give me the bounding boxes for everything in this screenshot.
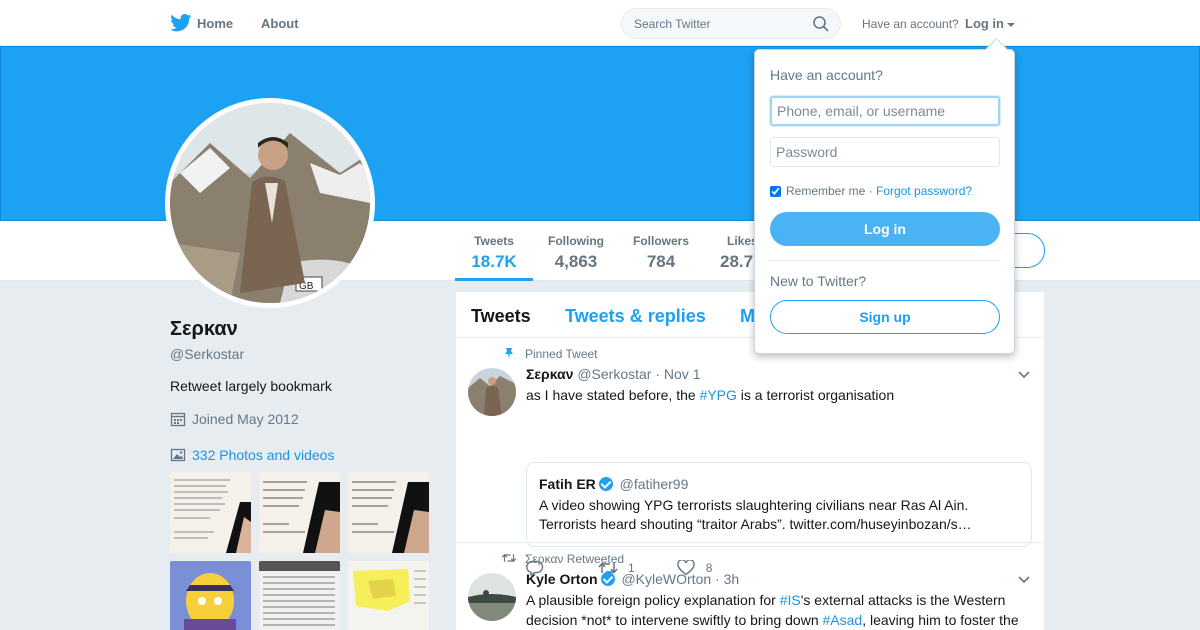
stat-label: Tweets bbox=[474, 234, 514, 248]
password-field[interactable] bbox=[770, 137, 1000, 167]
stat-value: 28.7 bbox=[720, 252, 754, 271]
stat-value: 18.7K bbox=[471, 252, 517, 271]
stat-label: Likes bbox=[727, 234, 758, 248]
tweet-text-part: is a terrorist organisation bbox=[736, 387, 895, 403]
login-dropdown-toggle[interactable]: Log in bbox=[965, 16, 1015, 31]
tweet-author-handle[interactable]: @Serkostar bbox=[577, 366, 651, 382]
stat-label: Followers bbox=[632, 234, 689, 248]
tweet-header: Kyle Orton @KyleWOrton · 3h bbox=[526, 571, 739, 587]
profile-avatar[interactable]: GB bbox=[165, 98, 375, 308]
image-icon bbox=[170, 448, 186, 462]
tweet-timestamp[interactable]: · Nov 1 bbox=[655, 366, 700, 382]
tweet-text-part: as I have stated before, the bbox=[526, 387, 700, 403]
stat-value: 4,863 bbox=[554, 252, 598, 271]
profile-name[interactable]: Σερκαν bbox=[170, 318, 238, 341]
retweet-icon bbox=[501, 553, 517, 563]
tab-tweets-replies[interactable]: Tweets & replies bbox=[565, 306, 706, 327]
login-button[interactable]: Log in bbox=[770, 212, 1000, 246]
caret-down-icon bbox=[1007, 22, 1015, 27]
tweet-avatar[interactable] bbox=[468, 573, 516, 621]
tweet-text-part: A plausible foreign policy explanation f… bbox=[526, 592, 780, 608]
separator-dot: · bbox=[865, 184, 877, 198]
photos-label: 332 Photos and videos bbox=[192, 447, 335, 463]
hashtag-link[interactable]: #YPG bbox=[700, 387, 737, 403]
tweet-context: Σερκαν Retweeted bbox=[501, 552, 624, 566]
photo-thumbnail[interactable] bbox=[348, 561, 429, 630]
nav-home-label: Home bbox=[197, 16, 234, 31]
photo-thumbnail[interactable] bbox=[170, 561, 251, 630]
search-placeholder: Search Twitter bbox=[634, 17, 711, 31]
nav-about[interactable]: About bbox=[261, 16, 299, 31]
hashtag-link[interactable]: #Asad bbox=[823, 612, 863, 628]
profile-handle[interactable]: @Serkostar bbox=[170, 346, 244, 362]
avatar-photo: GB bbox=[170, 103, 370, 303]
twitter-bird-icon[interactable] bbox=[170, 14, 192, 32]
chevron-down-icon[interactable] bbox=[1018, 576, 1030, 584]
tweet-text: as I have stated before, the #YPG is a t… bbox=[526, 385, 1031, 405]
hashtag-link[interactable]: #IS bbox=[780, 592, 801, 608]
stat-followers[interactable]: Followers 784 bbox=[630, 234, 692, 272]
login-toggle-label: Log in bbox=[965, 16, 1004, 31]
pin-icon bbox=[505, 348, 513, 359]
photo-thumbnail[interactable] bbox=[259, 472, 340, 553]
remember-me-label[interactable]: Remember me bbox=[786, 184, 865, 198]
photo-thumbnail[interactable] bbox=[348, 472, 429, 553]
tweet-timestamp[interactable]: · 3h bbox=[715, 571, 739, 587]
profile-bio: Retweet largely bookmark bbox=[170, 378, 332, 394]
tweet-text-part: , leaving him to foster the bbox=[862, 612, 1019, 628]
stat-likes[interactable]: Likes 28.7 bbox=[716, 234, 758, 272]
tweet-context-label: Pinned Tweet bbox=[525, 347, 598, 361]
tweet-author-handle[interactable]: @KyleWOrton bbox=[621, 571, 711, 587]
new-to-twitter-label: New to Twitter? bbox=[770, 273, 867, 289]
tweet-author-name[interactable]: Kyle Orton bbox=[526, 571, 598, 587]
remember-me-checkbox[interactable] bbox=[770, 185, 781, 197]
tweet-context-label[interactable]: Σερκαν Retweeted bbox=[525, 552, 624, 566]
verified-badge-icon bbox=[600, 572, 615, 586]
quoted-tweet-header: Fatih ER @fatiher99 bbox=[539, 476, 688, 492]
photos-videos-link[interactable]: 332 Photos and videos bbox=[170, 447, 334, 463]
login-dropdown-title: Have an account? bbox=[770, 67, 883, 83]
joined-date: Joined May 2012 bbox=[170, 411, 299, 427]
chevron-down-icon[interactable] bbox=[1018, 371, 1030, 379]
tweet-avatar[interactable] bbox=[468, 368, 516, 416]
quoted-author-name: Fatih ER bbox=[539, 476, 596, 492]
remember-me-row: Remember me · Forgot password? bbox=[770, 184, 972, 198]
tweet-context: Pinned Tweet bbox=[505, 347, 598, 361]
nav-home[interactable]: Home bbox=[197, 16, 233, 31]
active-stat-indicator bbox=[455, 278, 533, 281]
stat-following[interactable]: Following 4,863 bbox=[545, 234, 607, 272]
top-bar: Home About Search Twitter Have an accoun… bbox=[0, 0, 1200, 46]
photo-thumbnail[interactable] bbox=[170, 472, 251, 553]
search-input[interactable]: Search Twitter bbox=[621, 8, 841, 39]
joined-label: Joined May 2012 bbox=[192, 411, 299, 427]
quoted-tweet[interactable]: Fatih ER @fatiher99 A video showing YPG … bbox=[526, 462, 1032, 547]
quoted-tweet-text: A video showing YPG terrorists slaughter… bbox=[539, 497, 972, 532]
tweet-pinned[interactable]: Pinned Tweet Σερκαν @Serkostar · Nov 1 a… bbox=[456, 338, 1044, 576]
username-field[interactable] bbox=[770, 96, 1000, 126]
tweet-retweeted[interactable]: Σερκαν Retweeted Kyle Orton @KyleWOrton … bbox=[456, 543, 1044, 630]
tab-media[interactable]: M bbox=[740, 306, 755, 327]
photo-thumbnail[interactable] bbox=[259, 561, 340, 630]
verified-badge-icon bbox=[598, 477, 613, 491]
nav-about-label: About bbox=[261, 16, 299, 31]
stat-value: 784 bbox=[646, 252, 676, 271]
divider bbox=[770, 260, 1000, 261]
stat-label: Following bbox=[548, 234, 604, 248]
signup-button[interactable]: Sign up bbox=[770, 300, 1000, 334]
tweet-author-name[interactable]: Σερκαν bbox=[526, 366, 573, 382]
login-dropdown: Have an account? Remember me · Forgot pa… bbox=[754, 49, 1015, 354]
tab-tweets[interactable]: Tweets bbox=[471, 306, 531, 327]
quoted-author-handle: @fatiher99 bbox=[619, 476, 689, 492]
forgot-password-link[interactable]: Forgot password? bbox=[876, 184, 972, 198]
tweet-header: Σερκαν @Serkostar · Nov 1 bbox=[526, 366, 700, 382]
have-account-text: Have an account? bbox=[862, 17, 959, 31]
tweet-text: A plausible foreign policy explanation f… bbox=[526, 590, 1031, 630]
calendar-icon bbox=[170, 412, 186, 427]
stat-tweets[interactable]: Tweets 18.7K bbox=[466, 234, 522, 272]
search-icon[interactable] bbox=[812, 15, 830, 33]
